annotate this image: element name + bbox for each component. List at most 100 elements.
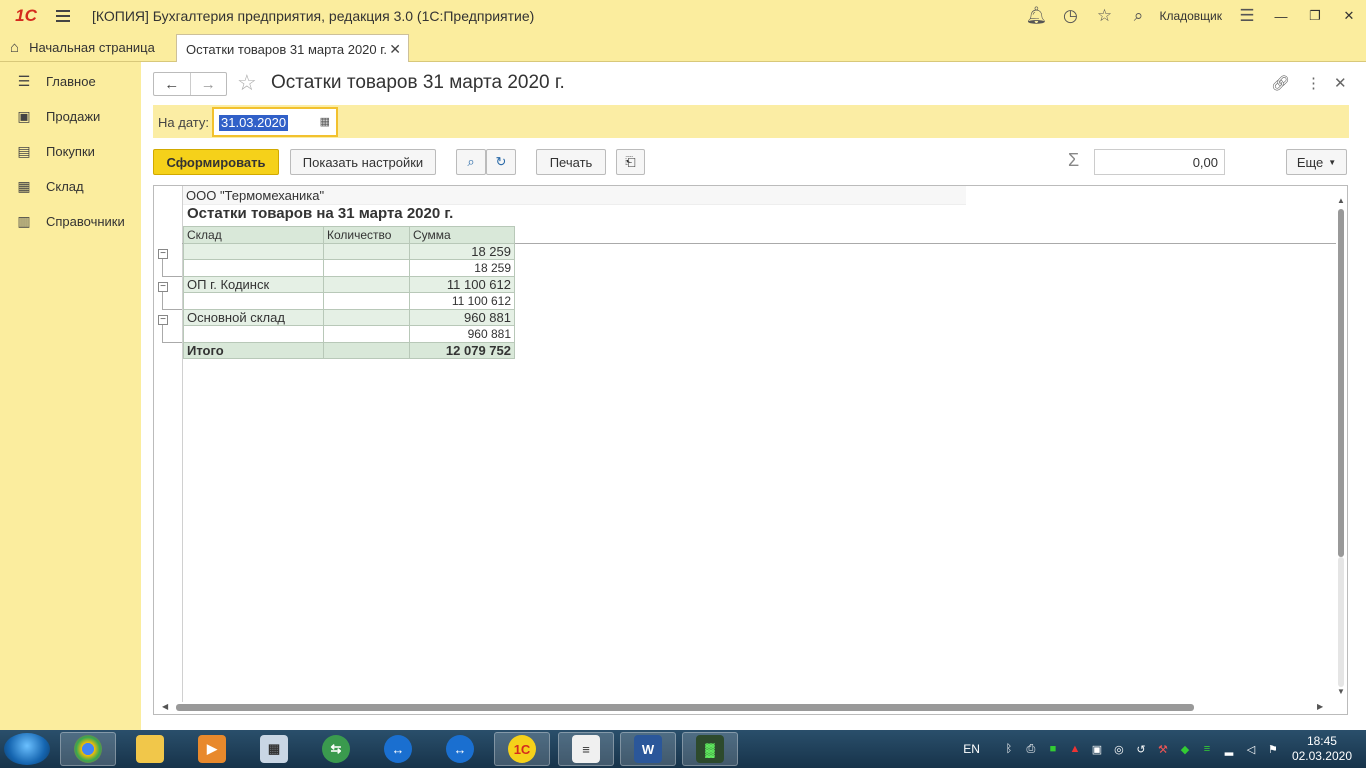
sidebar-item-sales[interactable]: ▣ Продажи [0,99,141,134]
sum-field[interactable]: 0,00 [1094,149,1225,175]
green-tray-icon[interactable]: ■ [1042,742,1064,756]
collapse-toggle[interactable]: − [158,249,168,259]
cell-sum[interactable]: 960 881 [409,325,515,343]
search-button[interactable]: ⌕ [456,149,486,175]
minimize-button[interactable]: — [1264,0,1298,32]
tab-home[interactable]: ⌂ Начальная страница [0,32,174,62]
column-header[interactable]: Количество [323,226,410,244]
forward-arrow-icon[interactable]: → [189,73,227,95]
table-row[interactable]: 960 881 [183,325,515,343]
cell-sum[interactable]: 960 881 [409,308,515,326]
favorite-star-icon[interactable]: ☆ [237,70,257,96]
table-row[interactable]: 18 259 [183,259,515,277]
preview-button[interactable]: ⎗ [616,149,645,175]
cell-warehouse[interactable] [183,259,324,277]
network-globe-icon[interactable]: ◎ [1108,742,1130,756]
search-icon[interactable]: ⌕ [1121,0,1155,32]
sidebar-item-purchases[interactable]: ▤ Покупки [0,134,141,169]
cell-sum[interactable]: 11 100 612 [409,275,515,293]
total-label[interactable]: Итого [183,341,324,359]
settings-menu-icon[interactable]: ☰ [1230,0,1264,32]
sidebar-item-references[interactable]: ▥ Справочники [0,204,141,239]
total-sum[interactable]: 12 079 752 [409,341,515,359]
scroll-down-icon[interactable]: ▼ [1337,687,1345,696]
table-row[interactable]: 18 259 [183,242,515,260]
bluetooth-icon[interactable]: ᛒ [998,742,1020,756]
cell-qty[interactable] [323,275,410,293]
cell-sum[interactable]: 11 100 612 [409,292,515,310]
scroll-track[interactable] [1338,557,1344,687]
table-row[interactable]: Основной склад 960 881 [183,308,515,326]
hscroll-thumb[interactable] [176,704,1194,711]
main-menu-icon[interactable] [56,10,80,22]
collapse-toggle[interactable]: − [158,282,168,292]
tools-tray-icon[interactable]: ⚒ [1152,742,1174,756]
scroll-up-icon[interactable]: ▲ [1337,196,1345,205]
back-arrow-icon[interactable]: ← [154,73,190,95]
bell-icon[interactable]: 🔔︎ [1019,0,1053,32]
collapse-toggle[interactable]: − [158,315,168,325]
cell-warehouse[interactable] [183,242,324,260]
explorer-taskbar-icon[interactable] [122,732,178,766]
language-indicator[interactable]: EN [963,742,980,756]
cell-warehouse[interactable] [183,325,324,343]
more-button[interactable]: Еще ▼ [1286,149,1347,175]
close-tab-icon[interactable]: ✕ [389,41,401,58]
cell-sum[interactable]: 18 259 [409,259,515,277]
sync-tray-icon[interactable]: ↺ [1130,742,1152,756]
search-refresh-button[interactable]: ↻ [486,149,516,175]
printer-icon[interactable]: ⎙ [1020,742,1042,756]
close-window-button[interactable]: ✕ [1332,0,1366,32]
cell-warehouse[interactable]: Основной склад [183,308,324,326]
cell-qty[interactable] [323,325,410,343]
generate-button[interactable]: Сформировать [153,149,279,175]
computer-tray-icon[interactable]: ▣ [1086,742,1108,756]
cell-warehouse[interactable]: ОП г. Кодинск [183,275,324,293]
cell-sum[interactable]: 18 259 [409,242,515,260]
table-row[interactable]: ОП г. Кодинск 11 100 612 [183,275,515,293]
chrome-taskbar-icon[interactable] [60,732,116,766]
cell-qty[interactable] [323,242,410,260]
teamviewer2-taskbar-icon[interactable]: ↔ [432,732,488,766]
close-form-icon[interactable]: ✕ [1334,74,1347,92]
total-row[interactable]: Итого 12 079 752 [183,341,515,359]
sidebar-item-warehouse[interactable]: ▦ Склад [0,169,141,204]
teamviewer-taskbar-icon[interactable]: ↔ [370,732,426,766]
link-icon[interactable]: 🔗︎ [1271,74,1290,92]
cell-qty[interactable] [323,292,410,310]
sidebar-item-main[interactable]: ☰ Главное [0,64,141,99]
cell-qty[interactable] [323,259,410,277]
antivirus-tray-icon[interactable]: ≡ [1196,742,1218,756]
clock[interactable]: 18:45 02.03.2020 [1292,734,1352,764]
date-input[interactable]: 31.03.2020 [219,115,289,131]
report-area[interactable]: ООО "Термомеханика" Остатки товаров на 3… [153,185,1348,715]
show-settings-button[interactable]: Показать настройки [290,149,436,175]
column-header[interactable]: Сумма [409,226,515,244]
1c-logo[interactable]: 1С [8,0,44,32]
shield-icon[interactable]: ◆ [1174,742,1196,756]
date-field[interactable]: 31.03.2020 ▦ [212,107,338,137]
media-player-taskbar-icon[interactable]: ▶ [184,732,240,766]
more-vert-icon[interactable]: ⋮ [1306,74,1321,92]
tab-report[interactable]: Остатки товаров 31 марта 2020 г. ✕ [176,34,409,63]
calendar-icon[interactable]: ▦ [320,115,330,128]
calculator-taskbar-icon[interactable]: ▦ [246,732,302,766]
print-button[interactable]: Печать [536,149,606,175]
signal-icon[interactable]: ▂ [1218,742,1240,756]
cell-warehouse[interactable] [183,292,324,310]
word-taskbar-icon[interactable]: W [620,732,676,766]
scroll-right-icon[interactable]: ▶ [1317,702,1323,711]
scroll-left-icon[interactable]: ◀ [162,702,168,711]
cell-qty[interactable] [323,308,410,326]
history-icon[interactable]: ◷ [1053,0,1087,32]
pdf-tray-icon[interactable]: ▲ [1064,742,1086,756]
flag-icon[interactable]: ⚑ [1262,742,1284,756]
favorites-star-icon[interactable]: ☆ [1087,0,1121,32]
column-header[interactable]: Склад [183,226,324,244]
monitor-taskbar-icon[interactable]: ▓ [682,732,738,766]
table-row[interactable]: 11 100 612 [183,292,515,310]
username[interactable]: Кладовщик [1159,9,1222,23]
vertical-scrollbar[interactable]: ▲ ▼ [1336,196,1346,696]
scroll-thumb[interactable] [1338,209,1344,557]
document-taskbar-icon[interactable]: ≡ [558,732,614,766]
